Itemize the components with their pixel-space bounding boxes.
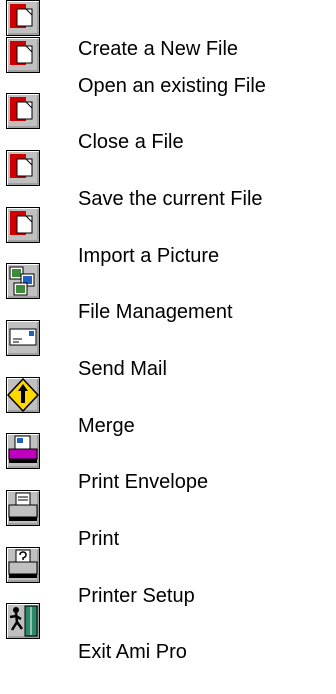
- send-mail-icon[interactable]: [6, 320, 40, 356]
- print-icon[interactable]: [6, 490, 40, 526]
- print-envelope-icon[interactable]: [6, 433, 40, 469]
- list-item-close-file: Close a File: [0, 93, 336, 153]
- list-item-printer-setup: Printer Setup: [0, 547, 336, 607]
- list-item-save-file: Save the current File: [0, 150, 336, 210]
- label-exit: Exit Ami Pro: [78, 641, 187, 663]
- new-file-icon[interactable]: [6, 0, 40, 36]
- exit-icon[interactable]: [6, 603, 40, 639]
- printer-setup-icon[interactable]: [6, 547, 40, 583]
- list-item-print-envelope: Print Envelope: [0, 433, 336, 493]
- list-item-merge: Merge: [0, 377, 336, 437]
- file-management-icon[interactable]: [6, 263, 40, 299]
- list-item-print: Print: [0, 490, 336, 550]
- open-file-icon[interactable]: [6, 37, 40, 73]
- close-file-icon[interactable]: [6, 93, 40, 129]
- save-file-icon[interactable]: [6, 150, 40, 186]
- list-item-open-file: Open an existing File: [0, 37, 336, 97]
- list-item-exit: Exit Ami Pro: [0, 603, 336, 663]
- import-picture-icon[interactable]: [6, 207, 40, 243]
- list-item-file-management: File Management: [0, 263, 336, 323]
- list-item-import-picture: Import a Picture: [0, 207, 336, 267]
- merge-icon[interactable]: [6, 377, 40, 413]
- list-item-send-mail: Send Mail: [0, 320, 336, 380]
- toolbar-icon-legend: Create a New File Open an existing File: [0, 0, 336, 694]
